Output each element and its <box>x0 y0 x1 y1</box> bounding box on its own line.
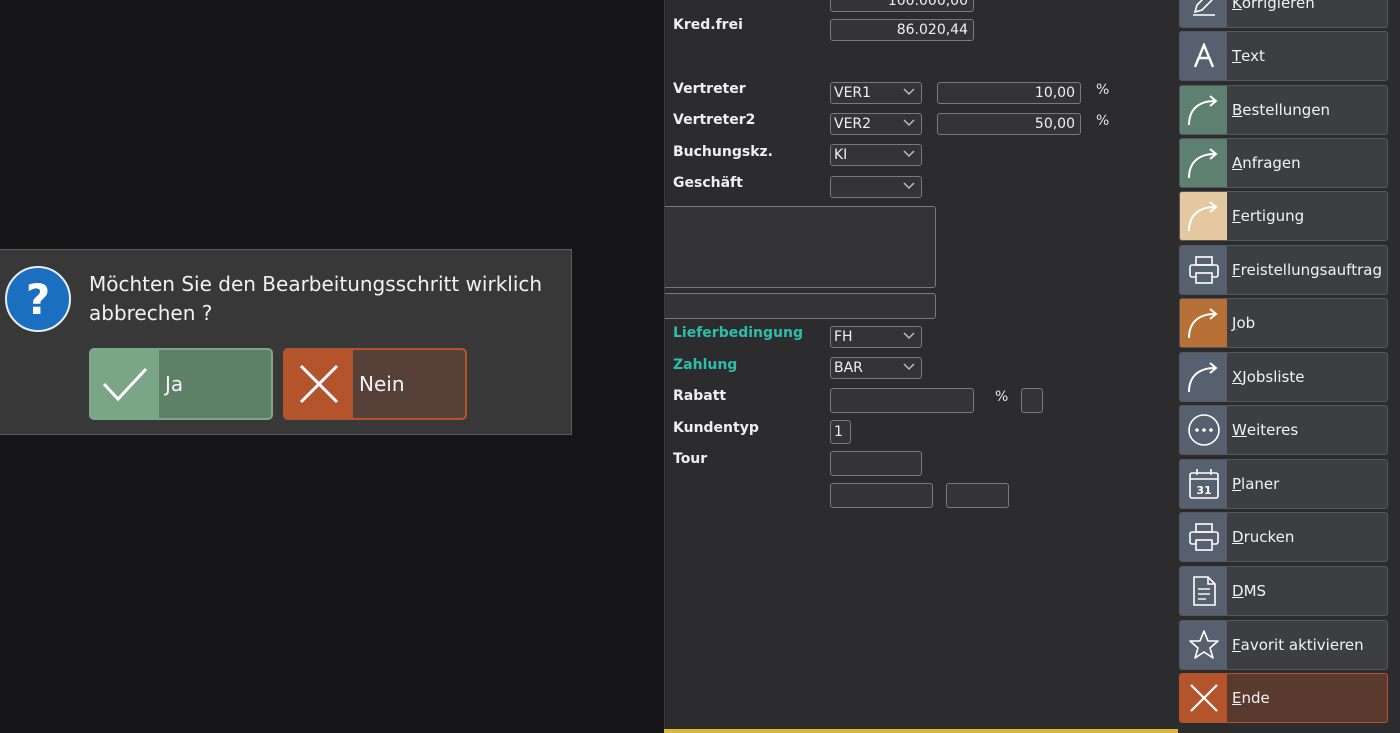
rabatt-field[interactable] <box>830 388 974 413</box>
percent-sign: % <box>1096 113 1110 129</box>
tour-label: Tour <box>673 451 708 467</box>
vertreter2-percent-field[interactable]: 50,00 <box>937 113 1081 135</box>
vertreter-label: Vertreter <box>673 81 746 97</box>
lieferbedingung-label[interactable]: Lieferbedingung <box>673 325 803 341</box>
planer-button[interactable]: 31 Planer <box>1179 459 1388 509</box>
check-icon <box>91 350 159 418</box>
vertreter-select[interactable]: VER1 <box>830 82 922 104</box>
anfragen-button[interactable]: Anfragen <box>1179 138 1388 188</box>
chevron-down-icon <box>903 332 915 340</box>
percent-sign: % <box>1096 82 1110 98</box>
calendar-day-text: 31 <box>1196 484 1211 497</box>
credit-limit-field[interactable]: 100.000,00 <box>830 0 974 12</box>
no-button[interactable]: Nein <box>283 348 467 420</box>
fertigung-button[interactable]: Fertigung <box>1179 191 1388 241</box>
drucken-button[interactable]: Drucken <box>1179 512 1388 562</box>
freistellungsauftrag-button[interactable]: Freistellungsauftrag <box>1179 245 1388 295</box>
text-a-icon <box>1180 32 1227 80</box>
zahlung-select[interactable]: BAR <box>830 357 922 379</box>
no-button-label: Nein <box>359 372 405 396</box>
printer-icon <box>1180 513 1227 561</box>
bestellungen-button[interactable]: Bestellungen <box>1179 85 1388 135</box>
arrow-curve-icon <box>1180 139 1227 187</box>
vertreter-percent-field[interactable]: 10,00 <box>937 82 1081 104</box>
tour-field[interactable] <box>830 451 922 476</box>
arrow-curve-icon <box>1180 299 1227 347</box>
more-dots-icon <box>1180 406 1227 454</box>
action-sidebar: Korrigieren Text Bestellungen Anfragen F… <box>1178 0 1400 733</box>
arrow-curve-icon <box>1180 86 1227 134</box>
document-icon <box>1180 567 1227 615</box>
geschaeft-select[interactable] <box>830 176 922 198</box>
x-jobsliste-button[interactable]: X Jobsliste <box>1179 352 1388 402</box>
chevron-down-icon <box>903 150 915 158</box>
extra-field-2[interactable] <box>946 483 1009 508</box>
calendar-icon: 31 <box>1180 460 1227 508</box>
vertreter2-label: Vertreter2 <box>673 112 756 128</box>
chevron-down-icon <box>903 363 915 371</box>
dms-button[interactable]: D MS <box>1179 566 1388 616</box>
kred-frei-label: Kred.frei <box>673 17 743 33</box>
yes-button[interactable]: Ja <box>89 348 273 420</box>
favorit-aktivieren-button[interactable]: Favorit aktivieren <box>1179 620 1388 670</box>
weiteres-button[interactable]: Weiteres <box>1179 405 1388 455</box>
percent-sign: % <box>995 389 1009 405</box>
ende-button[interactable]: Ende <box>1179 673 1388 723</box>
close-icon <box>285 350 353 418</box>
rabatt-label: Rabatt <box>673 388 727 404</box>
buchungskz-select[interactable]: KI <box>830 144 922 166</box>
buchungskz-label: Buchungskz. <box>673 144 773 160</box>
notes-line-input[interactable] <box>665 293 936 319</box>
customer-form: 100.000,00 Kred.frei 86.020,44 Vertreter… <box>664 0 1178 733</box>
kundentyp-label: Kundentyp <box>673 420 759 436</box>
arrow-curve-icon <box>1180 192 1227 240</box>
star-icon <box>1180 621 1227 669</box>
vertreter2-select[interactable]: VER2 <box>830 113 922 135</box>
confirm-dialog: ? Möchten Sie den Bearbeitungsschritt wi… <box>0 249 572 435</box>
korrigieren-button[interactable]: Korrigieren <box>1179 0 1388 28</box>
printer-icon <box>1180 246 1227 294</box>
chevron-down-icon <box>903 119 915 127</box>
zahlung-label[interactable]: Zahlung <box>673 357 737 373</box>
question-icon: ? <box>5 266 71 332</box>
lieferbedingung-select[interactable]: FH <box>830 326 922 348</box>
kundentyp-field[interactable]: 1 <box>830 420 851 444</box>
geschaeft-label: Geschäft <box>673 175 743 191</box>
rabatt-checkbox[interactable] <box>1021 388 1043 413</box>
extra-field-1[interactable] <box>830 483 933 508</box>
edit-icon <box>1180 0 1227 27</box>
yes-button-label: Ja <box>165 372 184 396</box>
job-button[interactable]: Job <box>1179 298 1388 348</box>
arrow-curve-icon <box>1180 353 1227 401</box>
chevron-down-icon <box>903 88 915 96</box>
chevron-down-icon <box>903 182 915 190</box>
notes-textarea[interactable] <box>665 206 936 288</box>
dialog-message: Möchten Sie den Bearbeitungsschritt wirk… <box>89 272 543 325</box>
kred-frei-field[interactable]: 86.020,44 <box>830 19 974 41</box>
close-icon <box>1180 674 1227 722</box>
text-button[interactable]: Text <box>1179 31 1388 81</box>
